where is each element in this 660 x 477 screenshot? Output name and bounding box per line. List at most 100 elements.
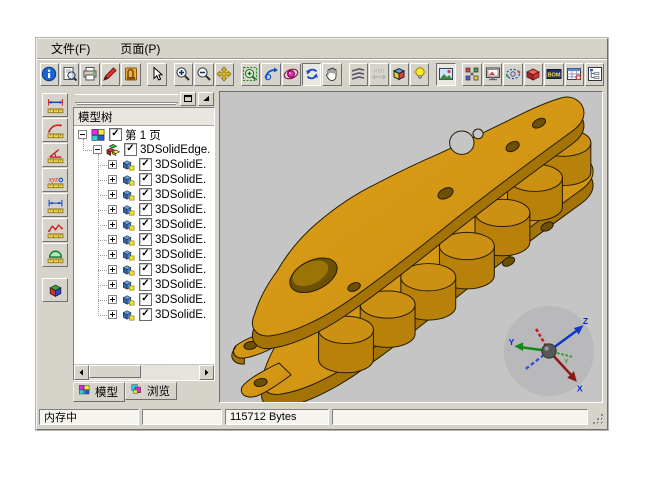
pan-button[interactable] [215,63,234,86]
expand-icon[interactable] [108,265,117,274]
expand-icon[interactable] [108,160,117,169]
info-button[interactable] [40,63,59,86]
tree-row[interactable]: ✓3DSolidE. [74,277,214,292]
rotate-button[interactable] [282,63,301,86]
expand-icon[interactable] [108,205,117,214]
view-cube-button[interactable] [42,278,68,302]
expand-icon[interactable] [108,310,117,319]
measure-coordinate-button[interactable]: xyz [42,168,68,192]
animation-button[interactable] [503,63,522,86]
tree-horizontal-scrollbar[interactable] [74,364,214,380]
expand-icon[interactable] [108,190,117,199]
tab-model[interactable]: 模型 [73,382,125,402]
visibility-checkbox[interactable]: ✓ [139,308,152,321]
measure-arc-button[interactable] [42,243,68,267]
select-button[interactable] [147,63,166,86]
visibility-checkbox[interactable]: ✓ [139,233,152,246]
status-panel-1: 内存中 [39,409,139,425]
panel-hide-button[interactable] [198,92,214,106]
layers-button[interactable] [349,63,368,86]
tree-row[interactable]: ✓3DSolidE. [74,187,214,202]
tree-row[interactable]: ✓3DSolidE. [74,292,214,307]
light-button[interactable] [410,63,429,86]
report-button[interactable] [565,63,584,86]
markup-pen-button[interactable] [101,63,120,86]
menu-bar: 文件(F) 页面(P) [37,39,607,58]
explode-icon [464,66,480,82]
part-icon [120,232,136,247]
scroll-thumb[interactable] [89,365,141,378]
status-bar: 内存中115712 Bytes [37,405,607,429]
tree-row[interactable]: ✓3DSolidE. [74,217,214,232]
panel-title: 模型树 [74,108,214,126]
tree-row[interactable]: ✓3DSolidE. [74,172,214,187]
tree-row[interactable]: ✓3DSolidE. [74,202,214,217]
3d-viewport[interactable]: Z X Y Y [219,91,603,403]
zoom-dynamic-button[interactable] [261,63,280,86]
visibility-checkbox[interactable]: ✓ [109,128,122,141]
visibility-checkbox[interactable]: ✓ [139,158,152,171]
collapse-icon[interactable] [93,145,102,154]
visibility-checkbox[interactable]: ✓ [139,203,152,216]
visibility-checkbox[interactable]: ✓ [124,143,137,156]
expand-icon[interactable] [108,295,117,304]
solid-view-button[interactable] [524,63,543,86]
visibility-checkbox[interactable]: ✓ [139,218,152,231]
panel-drag-grip[interactable] [75,94,178,103]
measure-polyline-button[interactable] [42,218,68,242]
resize-grip[interactable] [591,409,604,425]
export-button[interactable] [121,63,140,86]
bom-button[interactable]: BOM [544,63,563,86]
tree-item-label: 3DSolidE. [155,309,206,321]
panel-titlebar[interactable] [73,91,215,107]
zoom-in-button[interactable] [174,63,193,86]
collapse-icon[interactable] [78,130,87,139]
measure-angle-button[interactable] [42,143,68,167]
tree-row[interactable]: ✓3DSolidEdge. [74,142,214,157]
menu-page[interactable]: 页面(P) [116,39,164,58]
visibility-checkbox[interactable]: ✓ [139,173,152,186]
scroll-track[interactable] [89,365,199,380]
tree-row[interactable]: ✓3DSolidE. [74,232,214,247]
expand-icon[interactable] [108,280,117,289]
zoom-window-button[interactable] [241,63,260,86]
visibility-checkbox[interactable]: ✓ [139,278,152,291]
zoom-out-button[interactable] [194,63,213,86]
tree-row[interactable]: ✓3DSolidE. [74,262,214,277]
scroll-left-button[interactable] [74,365,89,380]
visibility-checkbox[interactable]: ✓ [139,248,152,261]
hand-pan-button[interactable] [322,63,341,86]
measure-distance-button[interactable] [42,93,68,117]
rotate-orbit-icon [283,66,299,82]
tree-item-label: 3DSolidEdge. [140,144,210,156]
part-icon [120,172,136,187]
visibility-checkbox[interactable]: ✓ [139,188,152,201]
print-button[interactable] [80,63,99,86]
tree-row[interactable]: ✓3DSolidE. [74,247,214,262]
snapshot-button[interactable] [483,63,502,86]
expand-icon[interactable] [108,220,117,229]
expand-icon[interactable] [108,235,117,244]
tab-browse[interactable]: 浏览 [125,382,177,400]
menu-file[interactable]: 文件(F) [47,39,94,58]
print-preview-button[interactable] [60,63,79,86]
tree-row[interactable]: ✓3DSolidE. [74,307,214,322]
tree-row[interactable]: ✓第 1 页 [74,127,214,142]
expand-icon[interactable] [108,250,117,259]
zoom-dynamic-icon [263,66,279,82]
visibility-checkbox[interactable]: ✓ [139,263,152,276]
spin-button[interactable] [302,63,321,86]
structure-button[interactable] [585,63,604,86]
panel-restore-button[interactable] [180,92,196,106]
orientation-trackball[interactable]: Z X Y Y [501,303,597,399]
measure-curve-button[interactable] [42,118,68,142]
expand-icon[interactable] [108,175,117,184]
scroll-right-button[interactable] [199,365,214,380]
render-mode-button[interactable] [436,63,455,86]
measure-gap-button[interactable] [42,193,68,217]
tree-row[interactable]: ✓3DSolidE. [74,157,214,172]
visibility-checkbox[interactable]: ✓ [139,293,152,306]
structure-tree-icon [587,66,603,82]
explode-button[interactable] [462,63,481,86]
views-button[interactable] [390,63,409,86]
